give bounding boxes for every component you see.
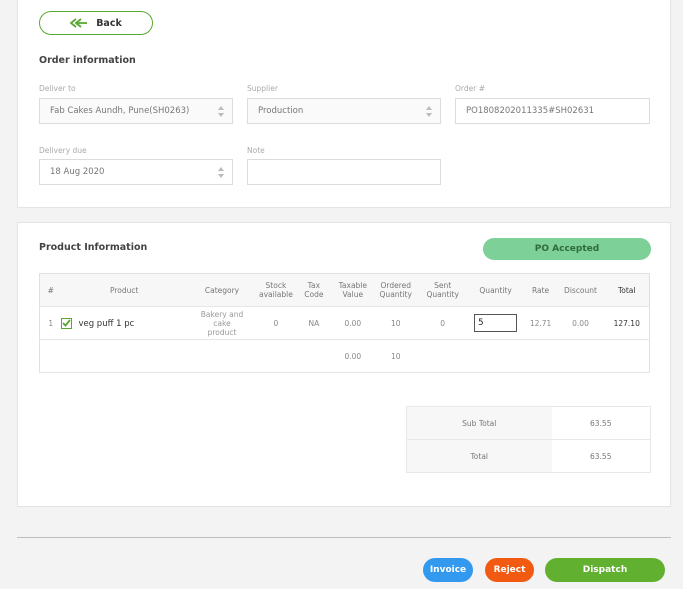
table-row: 1 veg puff 1 pc Bakery and cake product 0 …	[39, 306, 650, 340]
supplier-value: Production	[258, 106, 304, 116]
col-sent: Sent Quantity	[418, 273, 467, 307]
col-tax-code: Tax Code	[294, 273, 333, 307]
reject-button[interactable]: Reject	[485, 558, 534, 582]
order-info-card: Back Order information Deliver to Fab Ca…	[17, 0, 671, 208]
quantity-input[interactable]	[474, 314, 518, 332]
note-label: Note	[247, 146, 265, 155]
back-button[interactable]: Back	[39, 11, 153, 35]
invoice-button[interactable]: Invoice	[423, 558, 473, 582]
note-input[interactable]	[247, 159, 441, 185]
col-stock: Stock available	[256, 273, 295, 307]
col-number: #	[39, 273, 62, 307]
col-ordered: Ordered Quantity	[372, 273, 419, 307]
deliver-to-select[interactable]: Fab Cakes Aundh, Pune(SH0263)	[39, 98, 233, 124]
supplier-select[interactable]: Production	[247, 98, 441, 124]
deliver-to-value: Fab Cakes Aundh, Pune(SH0263)	[50, 106, 190, 116]
row-total: 127.10	[604, 306, 650, 340]
col-category: Category	[187, 273, 257, 307]
delivery-due-label: Delivery due	[39, 146, 87, 155]
row-quantity-cell	[466, 306, 525, 340]
col-total: Total	[604, 273, 650, 307]
subtotal-value: 63.55	[551, 406, 651, 440]
table-header-row: # Product Category Stock available Tax Cod…	[39, 273, 650, 307]
check-icon	[62, 319, 72, 327]
delivery-due-select[interactable]: 18 Aug 2020	[39, 159, 233, 185]
order-number-value: PO1808202011335#SH02631	[466, 106, 595, 116]
supplier-label: Supplier	[247, 84, 278, 93]
deliver-to-label: Deliver to	[39, 84, 76, 93]
total-row: Total 63.55	[406, 439, 651, 473]
row-number: 1	[39, 306, 62, 340]
col-quantity: Quantity	[466, 273, 525, 307]
row-checkbox[interactable]	[61, 317, 73, 329]
footer-ordered: 10	[372, 339, 419, 373]
row-tax-code: NA	[294, 306, 333, 340]
order-number-label: Order #	[455, 84, 485, 93]
row-discount: 0.00	[556, 306, 605, 340]
row-product: veg puff 1 pc	[61, 306, 188, 340]
row-rate: 12.71	[524, 306, 557, 340]
divider	[17, 537, 671, 538]
dispatch-button[interactable]: Dispatch	[545, 558, 665, 582]
select-arrows-icon	[218, 106, 224, 117]
row-taxable: 0.00	[332, 306, 373, 340]
subtotal-label: Sub Total	[406, 406, 552, 440]
delivery-due-value: 18 Aug 2020	[50, 167, 105, 177]
order-number-input[interactable]: PO1808202011335#SH02631	[455, 98, 650, 124]
total-value: 63.55	[551, 439, 651, 473]
row-ordered: 10	[372, 306, 419, 340]
total-label: Total	[406, 439, 552, 473]
back-label: Back	[96, 17, 122, 29]
footer-taxable: 0.00	[332, 339, 373, 373]
order-info-title: Order information	[39, 55, 136, 66]
col-product: Product	[61, 273, 188, 307]
row-stock: 0	[256, 306, 295, 340]
col-discount: Discount	[556, 273, 605, 307]
select-arrows-icon	[426, 106, 432, 117]
col-rate: Rate	[524, 273, 557, 307]
status-badge: PO Accepted	[483, 238, 651, 260]
product-info-title: Product Information	[39, 242, 148, 253]
totals-table: Sub Total 63.55 Total 63.55	[406, 406, 651, 473]
col-taxable: Taxable Value	[332, 273, 373, 307]
product-info-card: Product Information PO Accepted # Produc…	[17, 222, 671, 507]
select-arrows-icon	[218, 167, 224, 178]
row-product-name: veg puff 1 pc	[78, 318, 135, 329]
products-table: # Product Category Stock available Tax Cod…	[39, 273, 650, 373]
double-arrow-left-icon	[70, 18, 88, 28]
row-sent: 0	[418, 306, 467, 340]
table-footer-row: 0.00 10	[39, 339, 650, 373]
subtotal-row: Sub Total 63.55	[406, 406, 651, 440]
row-category: Bakery and cake product	[187, 306, 257, 340]
